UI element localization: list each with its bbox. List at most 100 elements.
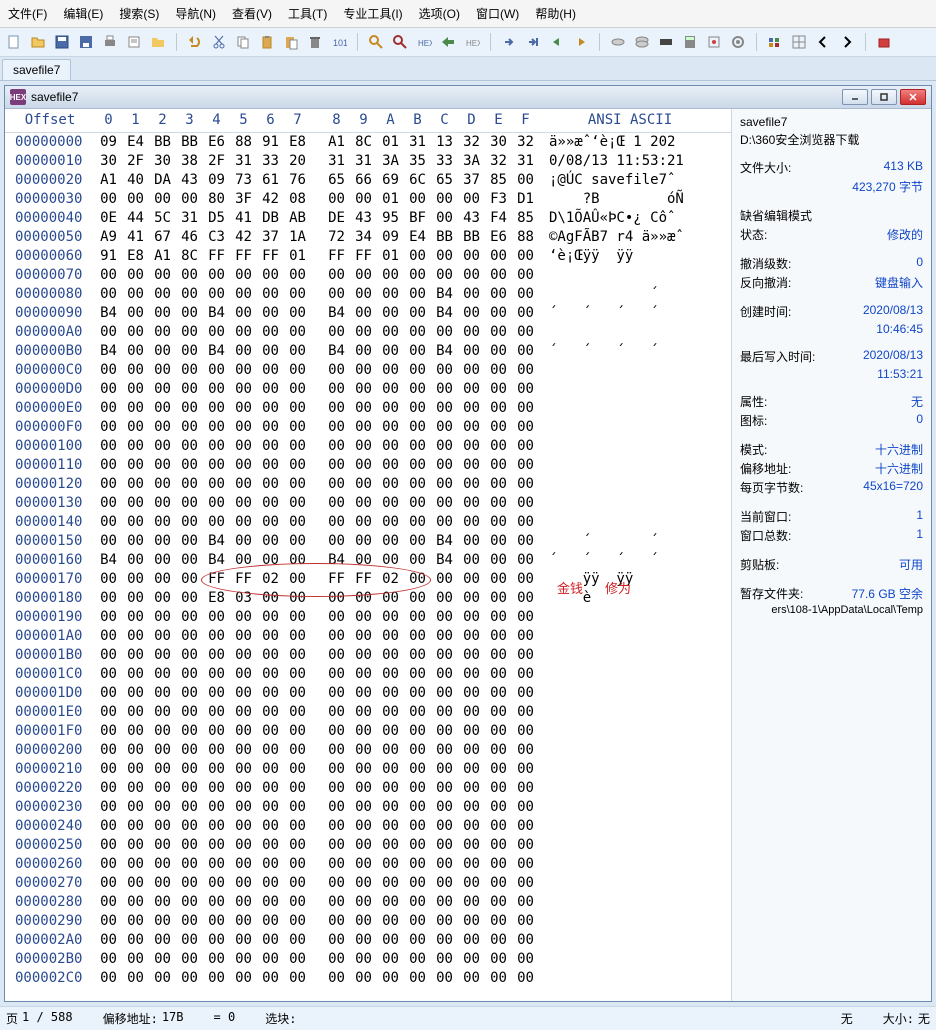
ascii-cell[interactable]: ´ bbox=[539, 285, 731, 304]
hex-row[interactable]: 00000090B4000000B4000000B4000000B4000000… bbox=[5, 304, 731, 323]
case-icon[interactable] bbox=[874, 32, 894, 52]
hex-row[interactable]: 000000C000000000000000000000000000000000 bbox=[5, 361, 731, 380]
bytes-cell[interactable]: 00000000000000000000000000000000 bbox=[95, 931, 539, 950]
hex-row[interactable]: 0000026000000000000000000000000000000000 bbox=[5, 855, 731, 874]
ascii-cell[interactable]: ¡@ÚC savefile7ˆ bbox=[539, 171, 731, 190]
ascii-cell[interactable] bbox=[539, 779, 731, 798]
ascii-cell[interactable] bbox=[539, 361, 731, 380]
ascii-cell[interactable] bbox=[539, 399, 731, 418]
hex-row[interactable]: 000000A000000000000000000000000000000000 bbox=[5, 323, 731, 342]
bytes-cell[interactable]: 00000000000000000000000000000000 bbox=[95, 855, 539, 874]
hex-row[interactable]: 0000027000000000000000000000000000000000 bbox=[5, 874, 731, 893]
next-icon[interactable] bbox=[837, 32, 857, 52]
hex-row[interactable]: 0000011000000000000000000000000000000000 bbox=[5, 456, 731, 475]
ascii-cell[interactable] bbox=[539, 855, 731, 874]
hex-row[interactable]: 0000015000000000B400000000000000B4000000… bbox=[5, 532, 731, 551]
bytes-cell[interactable]: A140DA43097361766566696C65378500 bbox=[95, 171, 539, 190]
disk-icon[interactable] bbox=[608, 32, 628, 52]
hex-row[interactable]: 0000000009E4BBBBE68891E8A18C013113323032… bbox=[5, 133, 731, 152]
bytes-cell[interactable]: 00000000000000000000000000000000 bbox=[95, 380, 539, 399]
maximize-button[interactable] bbox=[871, 89, 897, 105]
bytes-cell[interactable]: 00000000E80300000000000000000000 bbox=[95, 589, 539, 608]
save-icon[interactable] bbox=[52, 32, 72, 52]
hex-row[interactable]: 000000E000000000000000000000000000000000 bbox=[5, 399, 731, 418]
bytes-cell[interactable]: 00000000B400000000000000B4000000 bbox=[95, 532, 539, 551]
ascii-cell[interactable] bbox=[539, 437, 731, 456]
copy-icon[interactable] bbox=[233, 32, 253, 52]
ascii-cell[interactable] bbox=[539, 475, 731, 494]
bytes-cell[interactable]: 00000000000000000000000000000000 bbox=[95, 912, 539, 931]
paste-icon[interactable] bbox=[281, 32, 301, 52]
bytes-cell[interactable]: 00000000000000000000000000000000 bbox=[95, 779, 539, 798]
ascii-cell[interactable]: D\1ÕAÛ«ÞC•¿ Côˆ bbox=[539, 209, 731, 228]
hex-row[interactable]: 00000080000000000000000000000000B4000000… bbox=[5, 285, 731, 304]
print-icon[interactable] bbox=[100, 32, 120, 52]
folder-icon[interactable] bbox=[148, 32, 168, 52]
goto-icon[interactable] bbox=[438, 32, 458, 52]
bytes-cell[interactable]: 00000000000000000000000000000000 bbox=[95, 969, 539, 988]
bytes-cell[interactable]: 00000000000000000000000000000000 bbox=[95, 798, 539, 817]
menu-item[interactable]: 编辑(E) bbox=[55, 2, 111, 25]
find-icon[interactable] bbox=[366, 32, 386, 52]
hex-row[interactable]: 0000024000000000000000000000000000000000 bbox=[5, 817, 731, 836]
hex-row[interactable]: 0000022000000000000000000000000000000000 bbox=[5, 779, 731, 798]
ascii-cell[interactable] bbox=[539, 874, 731, 893]
bytes-cell[interactable]: 00000000000000000000000000000000 bbox=[95, 323, 539, 342]
bytes-cell[interactable]: 00000000000000000000000000000000 bbox=[95, 627, 539, 646]
ascii-cell[interactable] bbox=[539, 703, 731, 722]
menu-item[interactable]: 查看(V) bbox=[224, 2, 280, 25]
bytes-cell[interactable]: 00000000000000000000000000000000 bbox=[95, 456, 539, 475]
ascii-cell[interactable] bbox=[539, 893, 731, 912]
options-icon[interactable] bbox=[765, 32, 785, 52]
undo-icon[interactable] bbox=[185, 32, 205, 52]
bytes-cell[interactable]: 00000000000000000000000000000000 bbox=[95, 665, 539, 684]
hex-row[interactable]: 0000003000000000803F4208000001000000F3D1… bbox=[5, 190, 731, 209]
bytes-cell[interactable]: 00000000FFFF0200FFFF020000000000 bbox=[95, 570, 539, 589]
bytes-cell[interactable]: 00000000000000000000000000000000 bbox=[95, 513, 539, 532]
analyze-icon[interactable] bbox=[704, 32, 724, 52]
bytes-cell[interactable]: 09E4BBBBE68891E8A18C013113323032 bbox=[95, 133, 539, 152]
ascii-cell[interactable]: ´ ´ ´ ´ bbox=[539, 551, 731, 570]
bytes-cell[interactable]: 00000000000000000000000000000000 bbox=[95, 893, 539, 912]
ascii-cell[interactable]: ´ ´ ´ ´ bbox=[539, 342, 731, 361]
hex-row[interactable]: 00000020A140DA43097361766566696C65378500… bbox=[5, 171, 731, 190]
hex-row[interactable]: 0000012000000000000000000000000000000000 bbox=[5, 475, 731, 494]
ascii-cell[interactable] bbox=[539, 608, 731, 627]
bytes-cell[interactable]: 00000000000000000000000000000000 bbox=[95, 684, 539, 703]
ascii-cell[interactable] bbox=[539, 722, 731, 741]
ascii-cell[interactable] bbox=[539, 665, 731, 684]
hex-row[interactable]: 00000160B4000000B4000000B4000000B4000000… bbox=[5, 551, 731, 570]
hex-row[interactable]: 000001C000000000000000000000000000000000 bbox=[5, 665, 731, 684]
ascii-cell[interactable]: ‘è¡Œÿÿ ÿÿ bbox=[539, 247, 731, 266]
prev-icon[interactable] bbox=[813, 32, 833, 52]
menu-item[interactable]: 选项(O) bbox=[411, 2, 468, 25]
save-as-icon[interactable] bbox=[76, 32, 96, 52]
bytes-cell[interactable]: B4000000B4000000B4000000B4000000 bbox=[95, 342, 539, 361]
hex-row[interactable]: 0000029000000000000000000000000000000000 bbox=[5, 912, 731, 931]
ascii-cell[interactable] bbox=[539, 950, 731, 969]
ascii-cell[interactable] bbox=[539, 760, 731, 779]
bytes-cell[interactable]: 00000000000000000000000000000000 bbox=[95, 836, 539, 855]
back-icon[interactable] bbox=[547, 32, 567, 52]
hex-row[interactable]: 0000023000000000000000000000000000000000 bbox=[5, 798, 731, 817]
bytes-cell[interactable]: 00000000000000000000000000000000 bbox=[95, 475, 539, 494]
bytes-cell[interactable]: 00000000000000000000000000000000 bbox=[95, 437, 539, 456]
hex-row[interactable]: 000000D000000000000000000000000000000000 bbox=[5, 380, 731, 399]
hex-row[interactable]: 0000013000000000000000000000000000000000 bbox=[5, 494, 731, 513]
ascii-cell[interactable] bbox=[539, 817, 731, 836]
ascii-cell[interactable] bbox=[539, 627, 731, 646]
ram-icon[interactable] bbox=[656, 32, 676, 52]
hex-row[interactable]: 0000021000000000000000000000000000000000 bbox=[5, 760, 731, 779]
bytes-cell[interactable]: 00000000000000000000000000000000 bbox=[95, 418, 539, 437]
hex-rows[interactable]: 0000000009E4BBBBE68891E8A18C013113323032… bbox=[5, 133, 731, 1001]
ascii-cell[interactable]: ´ ´ ´ ´ bbox=[539, 304, 731, 323]
ascii-cell[interactable] bbox=[539, 380, 731, 399]
menu-item[interactable]: 帮助(H) bbox=[527, 2, 584, 25]
bytes-cell[interactable]: B4000000B4000000B4000000B4000000 bbox=[95, 304, 539, 323]
ascii-cell[interactable]: ©AgFÃB7 r4 ä»»æˆ bbox=[539, 228, 731, 247]
hex-row[interactable]: 0000028000000000000000000000000000000000 bbox=[5, 893, 731, 912]
menu-item[interactable]: 窗口(W) bbox=[468, 2, 527, 25]
menu-item[interactable]: 专业工具(I) bbox=[335, 2, 410, 25]
bytes-cell[interactable]: 00000000000000000000000000000000 bbox=[95, 760, 539, 779]
hex-row[interactable]: 0000025000000000000000000000000000000000 bbox=[5, 836, 731, 855]
